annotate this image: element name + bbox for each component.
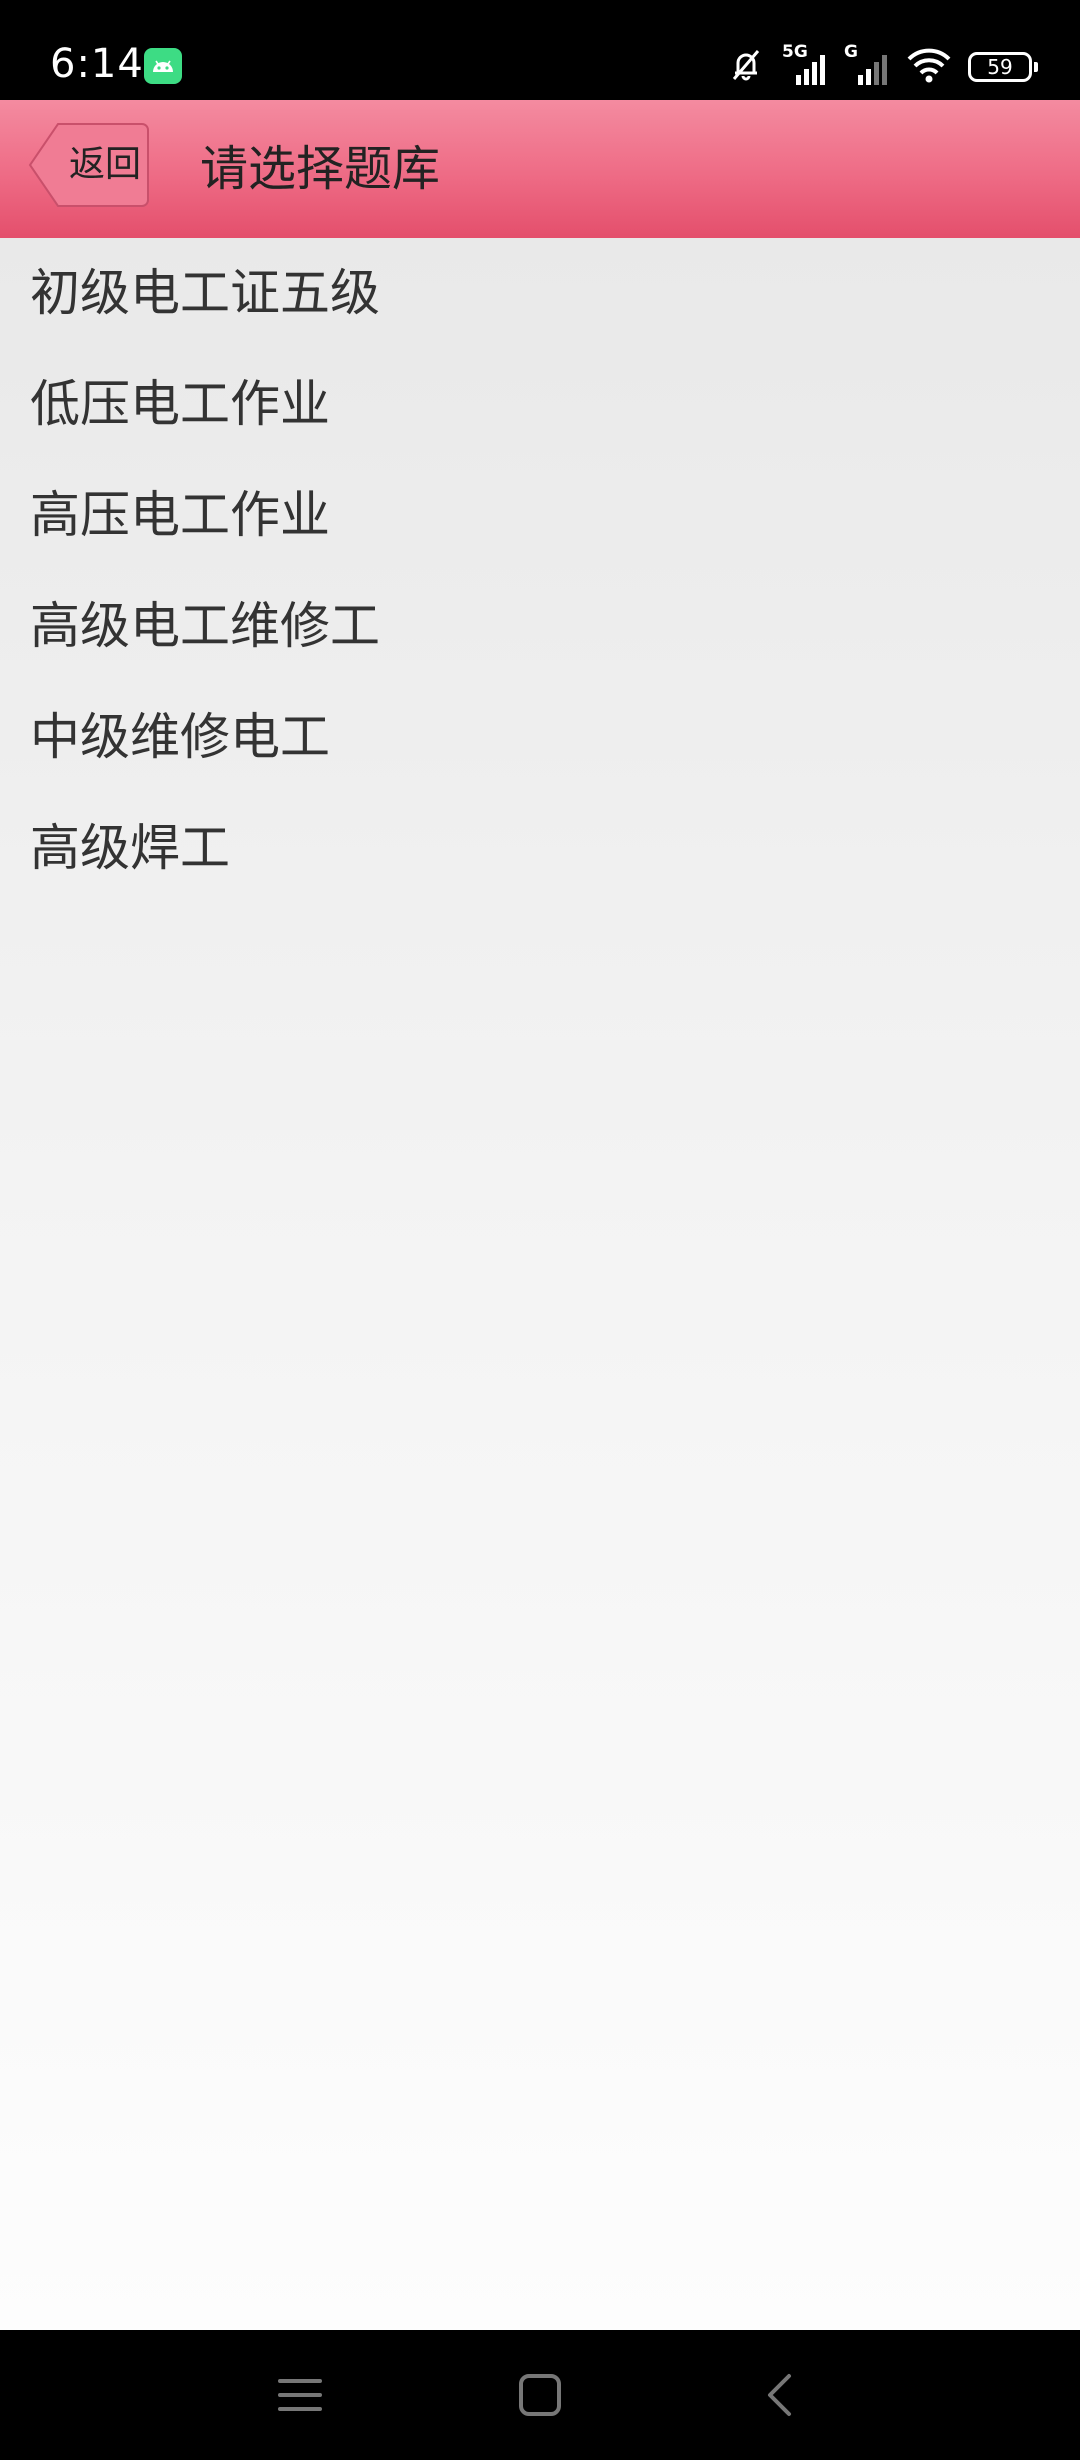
question-bank-item[interactable]: 高级电工维修工 <box>0 571 1080 682</box>
recent-apps-button[interactable] <box>260 2355 340 2435</box>
android-notification-icon <box>144 48 182 84</box>
wifi-icon <box>906 45 952 89</box>
home-button[interactable] <box>500 2355 580 2435</box>
back-button[interactable]: 返回 <box>28 122 150 208</box>
phone-screen: 6:14 5G G 59 返回 请选择题库 初级电工证五级 低压电工作业 高压电… <box>0 0 1080 2460</box>
question-bank-item[interactable]: 高压电工作业 <box>0 460 1080 571</box>
question-bank-item[interactable]: 初级电工证五级 <box>0 238 1080 349</box>
navigation-bar <box>0 2330 1080 2460</box>
title-bar: 返回 请选择题库 <box>0 100 1080 238</box>
question-bank-item[interactable]: 高级焊工 <box>0 793 1080 904</box>
page-title: 请选择题库 <box>200 141 441 197</box>
cellular-signal-icon: 5G <box>782 43 828 87</box>
back-button-label: 返回 <box>68 144 141 185</box>
recent-apps-icon <box>278 2379 322 2411</box>
home-icon <box>519 2374 561 2416</box>
status-icons: 5G G 59 <box>726 43 1038 90</box>
status-bar: 6:14 5G G 59 <box>0 0 1080 100</box>
question-bank-item[interactable]: 低压电工作业 <box>0 349 1080 460</box>
question-bank-item[interactable]: 中级维修电工 <box>0 682 1080 793</box>
battery-level: 59 <box>987 55 1013 79</box>
system-back-button[interactable] <box>740 2355 820 2435</box>
battery-icon: 59 <box>968 52 1038 82</box>
question-bank-list: 初级电工证五级 低压电工作业 高压电工作业 高级电工维修工 中级维修电工 高级焊… <box>0 238 1080 904</box>
back-icon <box>768 2374 791 2416</box>
battery-tip <box>1034 62 1038 72</box>
mute-bell-icon <box>726 45 766 89</box>
content-area: 初级电工证五级 低压电工作业 高压电工作业 高级电工维修工 中级维修电工 高级焊… <box>0 238 1080 2330</box>
cellular-signal-icon-secondary: G <box>844 43 890 87</box>
status-time: 6:14 <box>50 41 144 87</box>
